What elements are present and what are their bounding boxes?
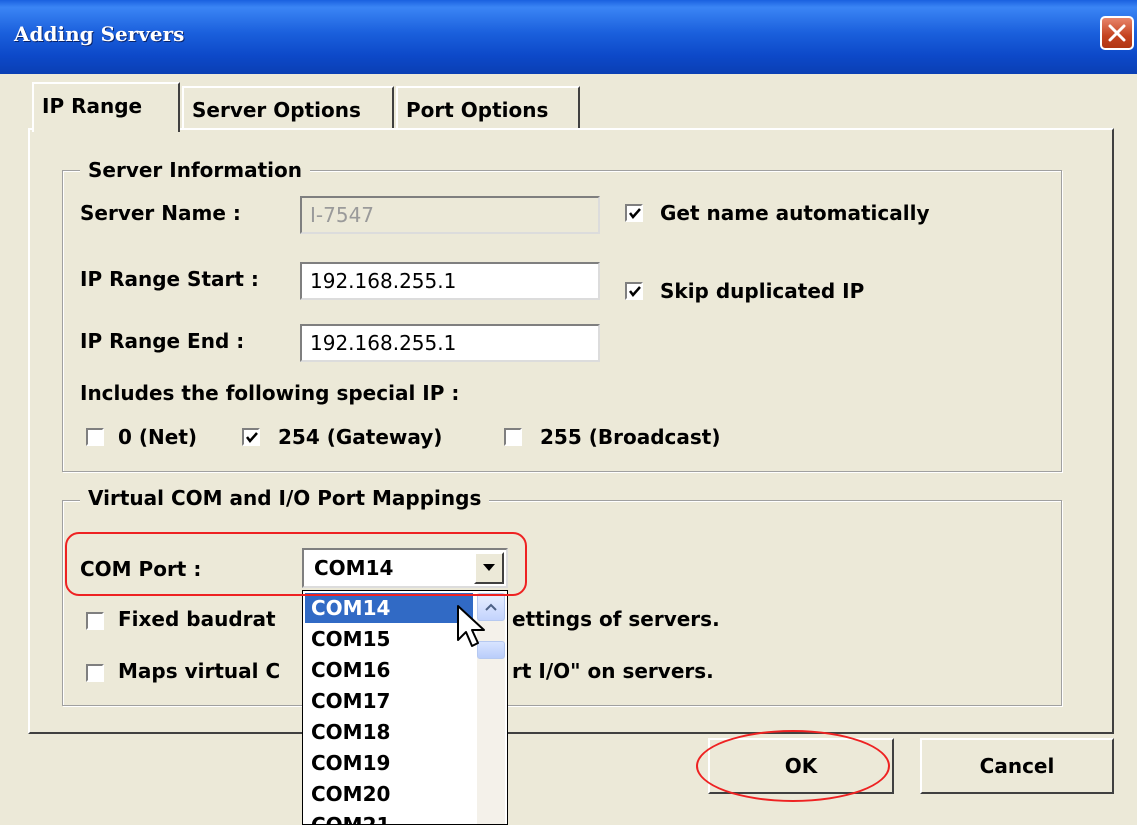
- server-information-title: Server Information: [80, 158, 310, 182]
- ip-start-input[interactable]: [300, 262, 600, 300]
- get-name-label: Get name automatically: [660, 201, 930, 225]
- checkmark-icon: [246, 432, 258, 443]
- special-ip-net-label: 0 (Net): [118, 425, 198, 449]
- list-item[interactable]: COM14: [305, 593, 473, 623]
- ip-end-label: IP Range End :: [80, 329, 245, 353]
- list-item[interactable]: COM17: [305, 686, 473, 716]
- list-item[interactable]: COM18: [305, 717, 473, 747]
- maps-virtual-label-end: rt I/O" on servers.: [512, 659, 714, 683]
- maps-virtual-checkbox[interactable]: [86, 664, 104, 682]
- special-ip-gateway-checkbox[interactable]: [242, 428, 260, 446]
- server-name-label: Server Name :: [80, 201, 241, 225]
- title-bar: Adding Servers: [0, 0, 1137, 74]
- ip-start-label: IP Range Start :: [80, 267, 259, 291]
- checkmark-icon: [629, 286, 641, 297]
- maps-virtual-label-start: Maps virtual C: [118, 659, 281, 683]
- fixed-baudrate-label-start: Fixed baudrat: [118, 607, 276, 631]
- special-ip-net-checkbox[interactable]: [86, 428, 104, 446]
- tab-ip-range-label: IP Range: [42, 94, 143, 118]
- tab-ip-range[interactable]: IP Range: [32, 82, 180, 132]
- ok-highlight: [696, 730, 890, 802]
- tab-server-options-label: Server Options: [192, 98, 361, 122]
- list-item[interactable]: COM20: [305, 779, 473, 809]
- tab-port-options[interactable]: Port Options: [396, 86, 580, 130]
- fixed-baudrate-checkbox[interactable]: [86, 612, 104, 630]
- fixed-baudrate-label-end: ettings of servers.: [512, 607, 720, 631]
- ip-end-input[interactable]: [300, 324, 600, 362]
- window-title: Adding Servers: [14, 22, 185, 46]
- special-ip-broadcast-checkbox[interactable]: [504, 428, 522, 446]
- adding-servers-dialog: Adding Servers IP Range Server Options P…: [0, 0, 1137, 825]
- special-ip-label: Includes the following special IP :: [80, 381, 460, 405]
- server-name-input[interactable]: [300, 196, 600, 234]
- list-item[interactable]: COM21: [305, 810, 473, 824]
- cursor-icon: [457, 605, 485, 647]
- cancel-button-label: Cancel: [979, 754, 1055, 778]
- list-item[interactable]: COM16: [305, 655, 473, 685]
- skip-duplicated-label: Skip duplicated IP: [660, 279, 865, 303]
- special-ip-gateway-label: 254 (Gateway): [278, 425, 443, 449]
- port-mappings-title: Virtual COM and I/O Port Mappings: [80, 486, 490, 510]
- special-ip-broadcast-label: 255 (Broadcast): [540, 425, 721, 449]
- get-name-checkbox[interactable]: [625, 204, 643, 222]
- list-item[interactable]: COM15: [305, 624, 473, 654]
- list-item[interactable]: COM19: [305, 748, 473, 778]
- tab-port-options-label: Port Options: [406, 98, 549, 122]
- close-button[interactable]: [1100, 16, 1134, 50]
- skip-duplicated-checkbox[interactable]: [625, 282, 643, 300]
- tab-server-options[interactable]: Server Options: [182, 86, 394, 130]
- checkmark-icon: [629, 208, 641, 219]
- com-port-highlight: [65, 532, 527, 596]
- cancel-button[interactable]: Cancel: [920, 738, 1114, 794]
- close-icon: [1108, 24, 1126, 42]
